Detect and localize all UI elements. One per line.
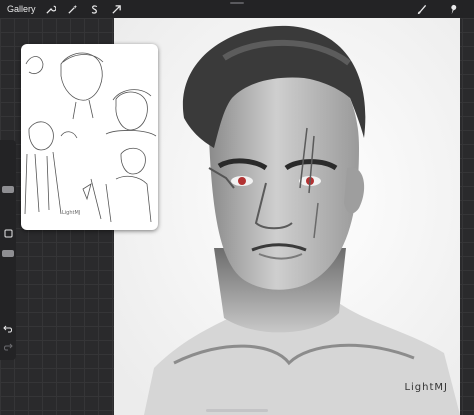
- reference-sketches: [24, 52, 157, 223]
- gallery-button[interactable]: Gallery: [7, 4, 36, 14]
- opacity-slider[interactable]: [2, 250, 14, 257]
- painting-canvas[interactable]: LightMJ: [114, 18, 460, 415]
- magic-wand-icon[interactable]: [66, 2, 80, 16]
- wrench-icon[interactable]: [44, 2, 58, 16]
- home-indicator[interactable]: [206, 409, 268, 412]
- right-tool-group: [414, 2, 468, 16]
- smudge-icon[interactable]: [446, 2, 460, 16]
- selection-icon[interactable]: [88, 2, 102, 16]
- redo-button[interactable]: [3, 342, 13, 352]
- reference-window[interactable]: LightMJ: [21, 44, 158, 230]
- portrait-artwork: [114, 18, 460, 415]
- top-toolbar: Gallery: [0, 0, 474, 18]
- reference-signature: LightMJ: [62, 210, 81, 216]
- brush-size-slider[interactable]: [2, 186, 14, 193]
- brush-icon[interactable]: [414, 2, 428, 16]
- transform-arrow-icon[interactable]: [110, 2, 124, 16]
- left-sidebar: [0, 140, 16, 360]
- modify-button[interactable]: [3, 228, 13, 238]
- artist-signature: LightMJ: [404, 382, 448, 393]
- multitasking-grabber[interactable]: [230, 2, 244, 4]
- undo-button[interactable]: [3, 324, 13, 334]
